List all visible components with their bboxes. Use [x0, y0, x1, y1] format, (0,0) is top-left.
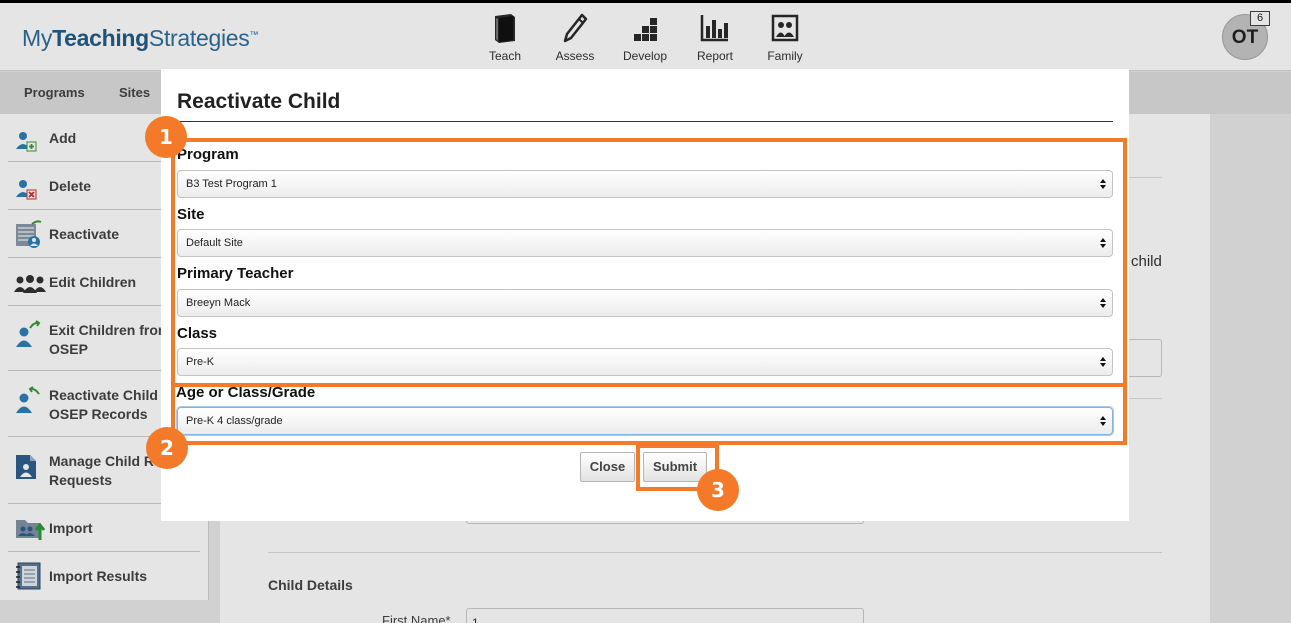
annotation-marker-2: 2	[146, 427, 188, 469]
close-button[interactable]: Close	[580, 452, 635, 482]
highlight-box-2	[171, 383, 1127, 445]
annotation-marker-1: 1	[145, 116, 187, 158]
dialog-title-rule	[177, 121, 1113, 122]
highlight-box-1	[171, 138, 1127, 387]
dialog-title: Reactivate Child	[177, 90, 341, 113]
annotation-marker-3: 3	[697, 469, 739, 511]
